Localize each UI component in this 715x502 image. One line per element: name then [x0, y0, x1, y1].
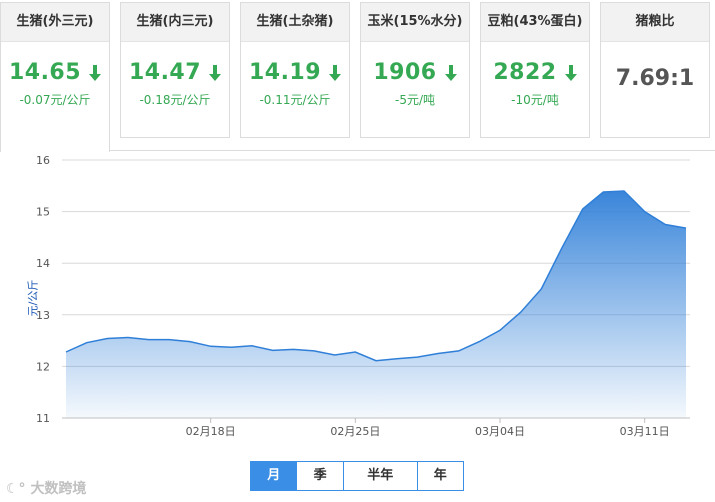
x-tick-label: 02月18日: [186, 425, 236, 438]
arrow-down-icon: [209, 62, 222, 87]
card-change: -0.07元/公斤: [19, 93, 91, 107]
card-price: 2822: [481, 60, 589, 87]
x-axis: 02月18日 02月25日 03月04日 03月11日: [62, 417, 690, 438]
price-cards: 生猪(外三元) 14.65 -0.07元/公斤 生猪(内三元) 14.47 -0…: [0, 0, 715, 152]
card-title: 生猪(土杂猪): [241, 3, 349, 42]
card-change: -5元/吨: [394, 93, 435, 107]
x-tick-label: 02月25日: [330, 425, 380, 438]
y-tick-label: 15: [36, 206, 50, 219]
price-value: 14.19: [248, 60, 322, 85]
arrow-down-icon: [329, 62, 342, 87]
area-fill: [66, 191, 686, 418]
card-outer-ternary-pig[interactable]: 生猪(外三元) 14.65 -0.07元/公斤: [0, 2, 110, 152]
range-half-year-button[interactable]: 半年: [344, 462, 418, 490]
arrow-down-icon: [564, 62, 577, 87]
y-tick-label: 16: [36, 154, 50, 167]
card-title: 玉米(15%水分): [361, 3, 469, 42]
price-area-chart: 111213141516 02月18日 02月25日 03月04日 03月11日: [36, 154, 690, 438]
card-price: 1906: [361, 60, 469, 87]
ratio-value: 7.69:1: [615, 66, 695, 91]
price-value: 1906: [373, 60, 437, 85]
x-tick-label: 03月11日: [620, 425, 670, 438]
range-month-button[interactable]: 月: [251, 462, 298, 490]
y-tick-label: 11: [36, 412, 50, 425]
card-pig-grain-ratio[interactable]: 猪粮比 7.69:1: [600, 2, 710, 138]
card-title: 猪粮比: [601, 3, 709, 42]
range-selector: 月 季 半年 年: [250, 461, 464, 491]
card-price: 14.65: [1, 60, 109, 87]
card-inner-ternary-pig[interactable]: 生猪(内三元) 14.47 -0.18元/公斤: [120, 2, 230, 138]
card-price: 14.47: [121, 60, 229, 87]
y-tick-label: 14: [36, 257, 50, 270]
range-quarter-button[interactable]: 季: [297, 462, 344, 490]
arrow-down-icon: [444, 62, 457, 87]
watermark-logo-icon: ☾°: [6, 481, 26, 497]
watermark-text: 大数跨境: [30, 481, 87, 497]
card-soybean-meal[interactable]: 豆粕(43%蛋白) 2822 -10元/吨: [480, 2, 590, 138]
card-local-pig[interactable]: 生猪(土杂猪) 14.19 -0.11元/公斤: [240, 2, 350, 138]
card-change: -0.18元/公斤: [139, 93, 211, 107]
card-title: 生猪(外三元): [1, 3, 109, 42]
card-change: -10元/吨: [511, 93, 559, 107]
arrow-down-icon: [89, 62, 102, 87]
range-year-button[interactable]: 年: [418, 462, 463, 490]
y-axis-label: 元/公斤: [26, 279, 40, 317]
card-title: 生猪(内三元): [121, 3, 229, 42]
card-price: 14.19: [241, 60, 349, 87]
x-tick-label: 03月04日: [475, 425, 525, 438]
price-value: 14.65: [8, 60, 82, 85]
card-corn[interactable]: 玉米(15%水分) 1906 -5元/吨: [360, 2, 470, 138]
price-value: 14.47: [128, 60, 202, 85]
watermark: ☾° 大数跨境: [6, 478, 86, 498]
card-change: -0.11元/公斤: [259, 93, 331, 107]
card-title: 豆粕(43%蛋白): [481, 3, 589, 42]
price-value: 2822: [493, 60, 557, 85]
y-tick-label: 12: [36, 360, 50, 373]
